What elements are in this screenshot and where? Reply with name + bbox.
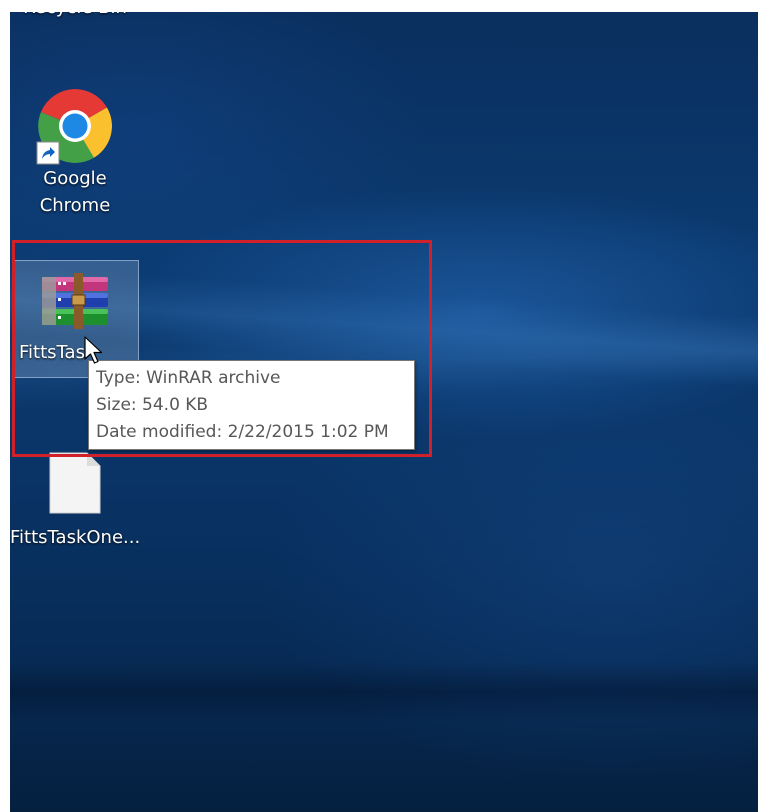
recycle-bin-label: Recycle Bin: [10, 12, 140, 21]
desktop-icon-text-file[interactable]: FittsTaskOne...: [10, 444, 140, 551]
chrome-icon: [36, 87, 114, 165]
text-file-label: FittsTaskOne...: [10, 527, 141, 548]
shortcut-arrow-icon: [36, 141, 60, 165]
winrar-archive-icon: [38, 271, 114, 333]
mouse-pointer-icon: [84, 336, 106, 366]
chrome-label-line-1: Google: [43, 168, 107, 189]
file-info-tooltip: Type: WinRAR archive Size: 54.0 KB Date …: [88, 360, 415, 450]
blank-file-icon: [49, 452, 101, 514]
tooltip-type: Type: WinRAR archive: [96, 368, 281, 388]
wallpaper-shadow-band: [10, 662, 758, 722]
desktop[interactable]: Recycle Bin: [10, 12, 758, 812]
desktop-icon-recycle-bin[interactable]: Recycle Bin: [10, 12, 140, 21]
chrome-label-line-2: Chrome: [39, 195, 111, 216]
desktop-icon-google-chrome[interactable]: Google Chrome: [10, 87, 140, 219]
tooltip-size: Size: 54.0 KB: [96, 395, 209, 415]
tooltip-date-modified: Date modified: 2/22/2015 1:02 PM: [96, 422, 389, 442]
